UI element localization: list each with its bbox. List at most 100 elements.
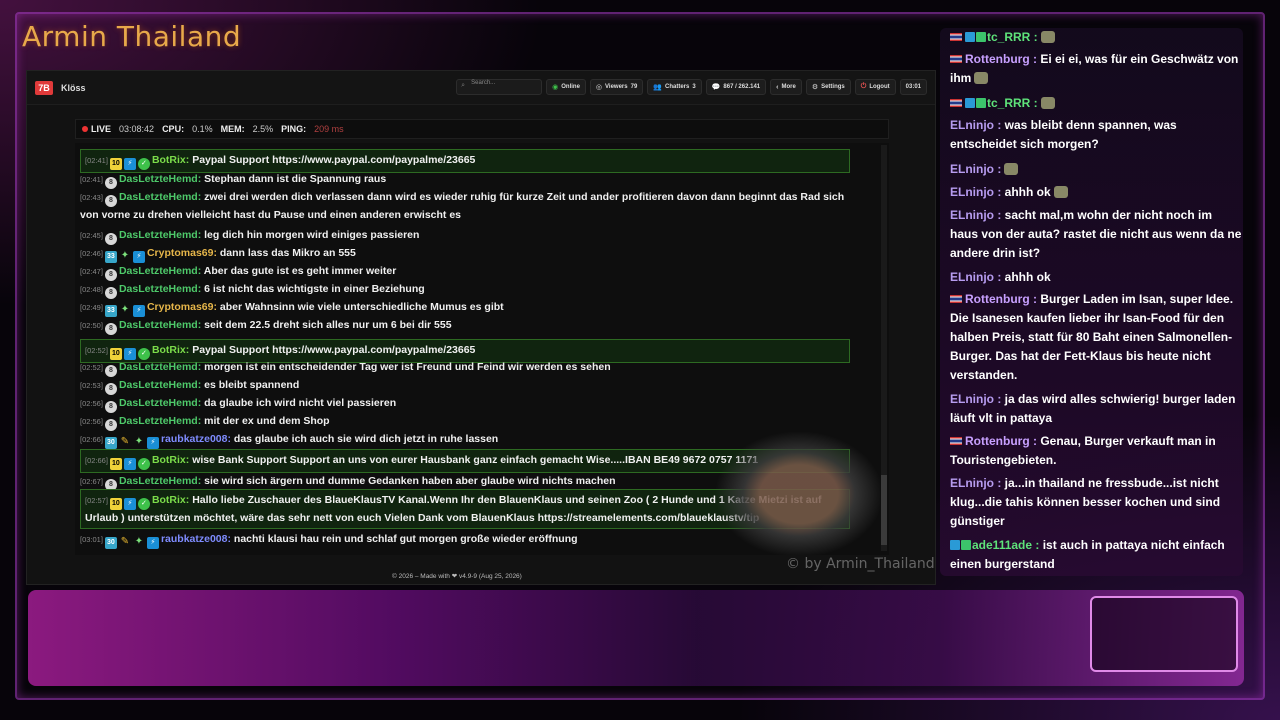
message-username[interactable]: BotRix: [152,154,189,166]
flag-icon [950,437,962,445]
chatters-button[interactable]: 👥 Chatters 3 [647,79,702,95]
viewers-label: Viewers [605,84,628,90]
chat-message: [02:41] 8 DasLetzteHemd: Stephan dann ist … [80,171,850,189]
emote-icon [1040,97,1055,109]
message-username[interactable]: Cryptomas69: [147,247,217,259]
chat-message: [02:53] 8 DasLetzteHemd: es bleibt spannen… [80,377,850,395]
banner-frame [1090,596,1238,672]
message-timestamp: [02:41] [80,175,103,184]
message-text: Aber das gute ist es geht immer weiter [201,265,397,277]
viewers-button[interactable]: ◎ Viewers 79 [589,79,644,95]
overlay-username: ELninjo : [950,118,1002,132]
overlay-username: ELninjo : [950,270,1002,284]
user-badge: 30 [104,437,117,449]
message-timestamp: [02:52] [80,363,103,372]
overlay-username: ade111ade : [972,538,1040,552]
message-username[interactable]: Cryptomas69: [147,301,217,313]
message-timestamp: [02:49] [80,303,103,312]
overlay-username: ELninjo : [950,208,1002,222]
message-username[interactable]: DasLetzteHemd: [119,379,201,391]
message-username[interactable]: raubkatze008: [161,433,231,445]
message-username[interactable]: DasLetzteHemd: [119,191,201,203]
overlay-username: ELninjo : [950,476,1002,490]
message-username[interactable]: DasLetzteHemd: [119,415,201,427]
message-username[interactable]: DasLetzteHemd: [119,173,201,185]
live-time: 03:08:42 [119,124,155,134]
mod-badge-icon [976,98,986,108]
mem-value: 2.5% [252,124,274,134]
chat-message: [02:49] 33 ✦ ⚡ Cryptomas69: aber Wahnsinn wi… [80,299,850,317]
user-badge: 8 [104,365,117,377]
gear-icon: ⚙ [811,84,819,91]
overlay-username: ELninjo : [950,162,1002,176]
user-badge: 33 [104,305,117,317]
message-username[interactable]: DasLetzteHemd: [119,283,201,295]
message-username[interactable]: BotRix: [152,344,189,356]
message-timestamp: [02:52] [85,346,108,355]
vip-badge-icon: ⚡ [132,305,145,317]
vip-badge-icon: ⚡ [146,437,159,449]
message-text: seit dem 22.5 dreht sich alles nur um 6 … [201,319,452,331]
chat-message: [02:47] 8 DasLetzteHemd: Aber das gute ist… [80,263,850,281]
overlay-chat-message: ELninjo : ja das wird alles schwierig! b… [950,390,1242,428]
message-username[interactable]: BotRix: [152,494,189,506]
message-username[interactable]: DasLetzteHemd: [119,319,201,331]
message-timestamp: [02:56] [80,399,103,408]
message-timestamp: [02:43] [80,193,103,202]
status-bar: LIVE 03:08:42 CPU: 0.1% MEM: 2.5% PING: … [75,119,889,139]
message-text: mit der ex und dem Shop [201,415,330,427]
more-label: More [781,84,796,90]
overlay-chat-message: ELninjo : ahhh ok [950,268,1242,287]
more-button[interactable]: ‹ More [770,79,802,95]
user-badge: 8 [104,323,117,335]
cpu-label: CPU: [162,124,185,134]
chat-scrollbar[interactable] [881,145,887,551]
overlay-chat-message: ELninjo : was bleibt denn spannen, was e… [950,116,1242,154]
message-timestamp: [02:48] [80,285,103,294]
viewers-count: 79 [630,84,638,90]
overlay-username: tc_RRR : [987,96,1038,110]
message-username[interactable]: BotRix: [152,454,189,466]
ping-value: 209 ms [314,124,344,134]
eye-icon: ◎ [595,84,603,91]
clock-value: 03:01 [905,84,921,90]
online-button[interactable]: ◉ Online [546,79,586,95]
settings-button[interactable]: ⚙ Settings [805,79,851,95]
logout-label: Logout [869,84,890,90]
search-input[interactable]: ⌕ Search... [456,79,543,95]
online-label: Online [561,84,580,90]
message-username[interactable]: DasLetzteHemd: [119,265,201,277]
flag-icon [950,55,962,63]
message-username[interactable]: raubkatze008: [161,533,231,545]
message-timestamp: [02:53] [80,381,103,390]
chat-message: [02:52] 8 DasLetzteHemd: morgen ist ein en… [80,359,850,377]
message-username[interactable]: DasLetzteHemd: [119,397,201,409]
message-icon: 💬 [711,84,721,91]
message-timestamp: [02:47] [80,267,103,276]
message-username[interactable]: DasLetzteHemd: [119,361,201,373]
message-timestamp: [02:57] [85,496,108,505]
message-timestamp: [02:45] [80,231,103,240]
scrollbar-thumb[interactable] [881,475,887,545]
webcam-overlay [700,420,880,555]
gift-badge-icon: ✎ [120,436,130,447]
message-timestamp: [02:66] [80,435,103,444]
search-placeholder: Search... [471,80,496,86]
message-text: dann lass das Mikro an 555 [216,247,356,259]
overlay-username: Rottenburg : [965,292,1037,306]
message-username[interactable]: DasLetzteHemd: [119,229,201,241]
message-timestamp: [02:41] [85,156,108,165]
overlay-chat-message: ELninjo : [950,160,1242,179]
message-text: wise Bank Support Support an uns von eur… [189,454,759,466]
message-timestamp: [02:66] [85,456,108,465]
message-username[interactable]: DasLetzteHemd: [119,475,201,487]
message-text: da glaube ich wird nicht viel passieren [201,397,397,409]
star-badge-icon: ✦ [134,536,144,547]
emote-icon [1040,31,1055,43]
chevron-left-icon: ‹ [776,83,779,91]
emote-icon [974,72,989,84]
mem-label: MEM: [220,124,245,134]
logout-button[interactable]: ⏻ Logout [854,79,896,95]
overlay-username: ELninjo : [950,392,1002,406]
messages-button[interactable]: 💬 867 / 262.141 [705,79,767,95]
